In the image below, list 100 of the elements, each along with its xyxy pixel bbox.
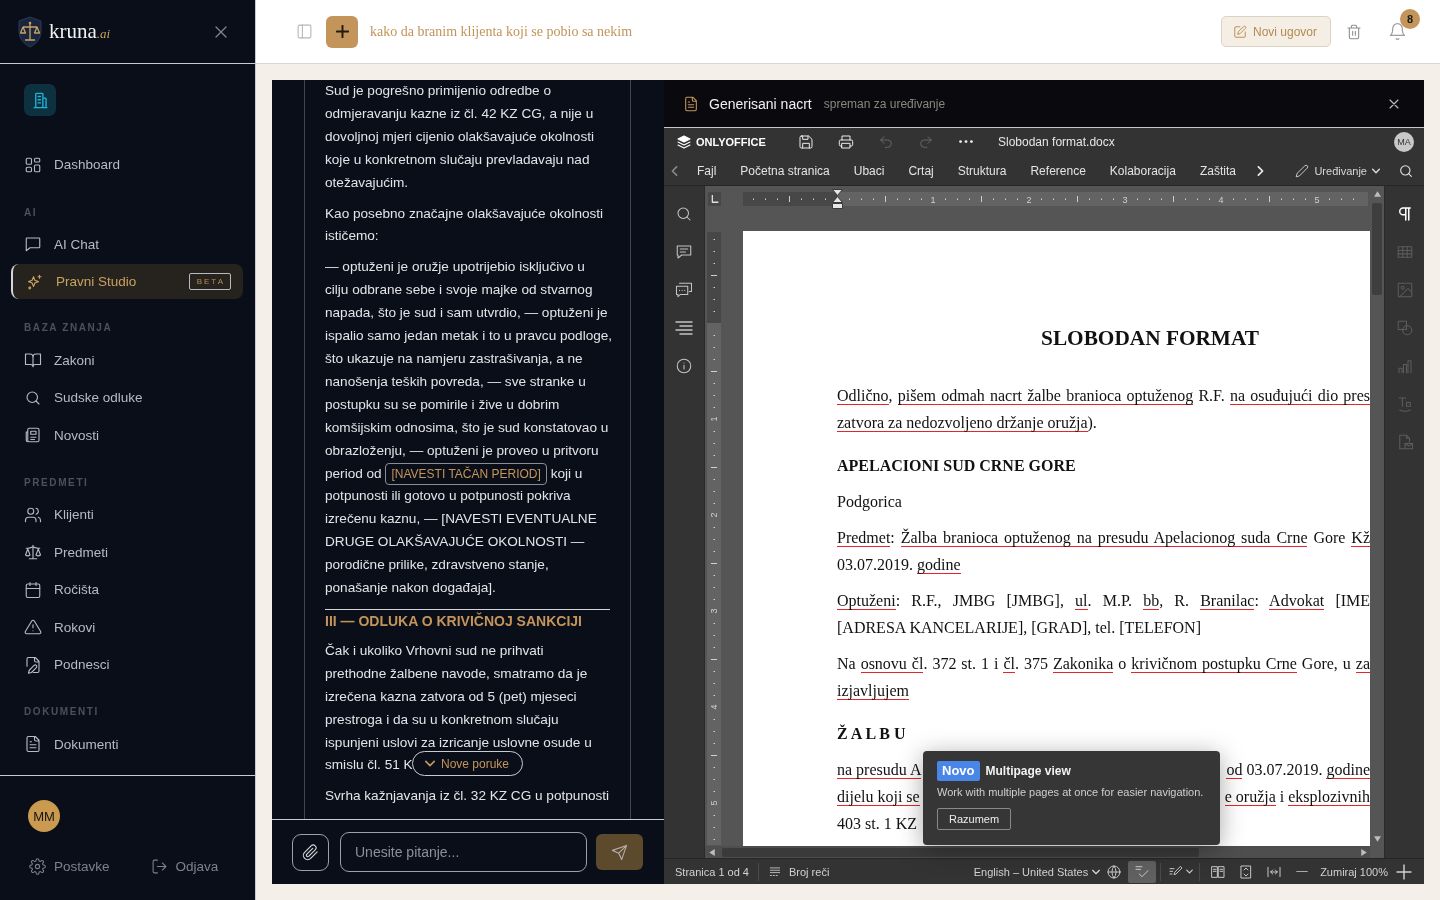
document-line: Optuženi: R.F., JMBG [JMBG], ul. M.P. bb, R. Branilac: Advokat [IME	[837, 591, 1370, 612]
new-chat-button[interactable]	[326, 15, 358, 48]
language-dropdown[interactable]: English – United States	[973, 865, 1101, 878]
printer-icon	[838, 134, 854, 150]
nav-item[interactable]: Klijenti	[11, 495, 243, 534]
notification-badge: 8	[1400, 9, 1420, 29]
sidebar-toggle-button[interactable]	[296, 23, 313, 40]
nav-item[interactable]: Zakoni	[11, 341, 243, 379]
search-button[interactable]	[1398, 162, 1414, 179]
notifications-button[interactable]	[1388, 22, 1407, 41]
document-line: Odlično, pišem odmah nacrt žalbe branioca optuženog R.F. na osuđujući dio pres	[837, 386, 1370, 407]
ribbon-tab[interactable]: Struktura	[945, 156, 1019, 185]
search-icon	[675, 205, 693, 223]
nav-item[interactable]: Novosti	[11, 416, 243, 454]
document-line: Podgorica	[837, 493, 902, 510]
document-line: na presudu A	[837, 760, 922, 781]
app-logo-text: ONLYOFFICE	[696, 136, 766, 148]
ribbon-tab[interactable]: Reference	[1018, 156, 1098, 185]
nav-item[interactable]: Dokumenti	[11, 725, 243, 763]
brand-name: kruna.ai	[49, 19, 111, 44]
document-line: izjavljujem	[837, 682, 909, 700]
caret-icon	[1092, 868, 1101, 875]
nav-item[interactable]: Sudske odluke	[11, 378, 243, 417]
table-icon	[1395, 243, 1414, 261]
panel-title: Generisani nacrt	[709, 95, 812, 112]
document-line: zatvora za nedozvoljeno držanje oružja).	[837, 414, 1097, 432]
tooltip-title: Multipage view	[985, 764, 1071, 778]
nav-item[interactable]: Pravni Studio BETA	[11, 264, 243, 300]
new-messages-button[interactable]: Nove poruke	[412, 751, 524, 776]
placeholder-tag[interactable]: [NAVESTI TAČAN PERIOD]	[385, 462, 547, 485]
ribbon-tab[interactable]: Crtaj	[896, 156, 946, 185]
nav-item[interactable]: AI Chat	[11, 225, 243, 263]
editing-mode-dropdown[interactable]: Uređivanje	[1289, 158, 1386, 183]
nav-item[interactable]: Predmeti	[11, 533, 243, 571]
panel-subtitle: spreman za uređivanje	[823, 96, 946, 111]
newspaper-icon	[24, 426, 42, 444]
document-icon	[24, 735, 42, 753]
attach-button[interactable]	[292, 833, 329, 871]
ruler-number: 1	[930, 194, 936, 205]
chevron-right-icon	[1257, 165, 1265, 176]
caret-icon	[1185, 869, 1193, 874]
zoom-level: Zumiraj 100%	[1320, 865, 1388, 878]
question-input[interactable]: Unesite pitanje...	[340, 832, 587, 872]
layers-icon	[676, 134, 692, 150]
document-line: Na osnovu čl. 372 st. 1 i čl. 375 Zakonika o krivičnom postupku Crne Gore, u za	[837, 654, 1370, 675]
caret-icon	[1372, 167, 1380, 174]
plus-icon	[335, 25, 349, 38]
scales-icon	[24, 543, 42, 561]
delete-button[interactable]	[1346, 23, 1362, 40]
sparkle-icon	[26, 272, 44, 291]
triangle-up-icon	[1373, 191, 1381, 197]
ribbon-tab[interactable]: Zaštita	[1187, 156, 1248, 185]
word-count-icon	[768, 864, 782, 879]
settings-button[interactable]: Postavke	[29, 857, 110, 875]
spellcheck-button[interactable]	[1128, 860, 1157, 883]
logout-icon	[150, 857, 168, 875]
document-title: SLOBODAN FORMAT	[1041, 326, 1259, 350]
user-avatar[interactable]: MM	[28, 800, 60, 832]
undo-icon	[878, 134, 894, 150]
ruler-number: 2	[709, 512, 719, 518]
warning-icon	[24, 618, 42, 636]
info-icon	[675, 357, 693, 375]
shapes-icon	[1395, 319, 1414, 337]
page-indicator: Stranica 1 od 4	[675, 865, 749, 878]
section-label: DOKUMENTI	[24, 705, 100, 720]
spellcheck-icon	[1134, 863, 1151, 880]
tooltip-text: Work with multiple pages at once for easier navigation.	[937, 786, 1205, 798]
nav-item[interactable]: Rokovi	[11, 608, 243, 646]
message-paragraph: Kao posebno značajne olakšavajuće okolnosti ističemo:	[325, 204, 604, 246]
document-line: [ADRESA KANCELARIJE], [GRAD], tel. [TELEFON]	[837, 619, 1201, 636]
logout-button[interactable]: Odjava	[150, 857, 219, 875]
text-lines-icon	[675, 319, 693, 337]
indent-marker-icon[interactable]	[832, 189, 843, 209]
nav-item[interactable]: Dashboard	[11, 146, 243, 184]
dismiss-button[interactable]: Razumem	[937, 808, 1012, 830]
redo-icon	[918, 134, 934, 150]
grid-icon	[24, 155, 42, 174]
document-icon	[683, 95, 699, 112]
search-icon	[24, 388, 42, 407]
user-avatar[interactable]: MA	[1394, 132, 1414, 152]
nav-item[interactable]: Podnesci	[11, 645, 243, 684]
nav-item[interactable]: Ročišta	[11, 570, 243, 609]
building-icon[interactable]	[24, 84, 56, 116]
ribbon-tab[interactable]: Fajl	[685, 156, 729, 185]
tab-stop-button[interactable]	[708, 192, 721, 206]
triangle-left-icon	[709, 848, 715, 856]
search-icon	[1398, 162, 1414, 179]
pencil-icon	[1295, 163, 1310, 178]
shield-scales-icon	[17, 15, 43, 48]
send-button[interactable]	[596, 834, 643, 870]
file-name: Slobodan format.docx	[998, 135, 1115, 149]
ruler-number: 1	[709, 416, 719, 422]
ribbon-tab[interactable]: Ubaci	[841, 156, 897, 185]
ribbon-tab[interactable]: Početna stranica	[728, 156, 842, 185]
bar-chart-icon	[1395, 357, 1414, 375]
send-icon	[611, 843, 628, 861]
ribbon-tab[interactable]: Kolaboracija	[1097, 156, 1188, 185]
word-count-button[interactable]: Broj reči	[768, 864, 830, 879]
triangle-down-icon	[1373, 836, 1381, 842]
scrollbar-thumb[interactable]	[722, 847, 1199, 857]
